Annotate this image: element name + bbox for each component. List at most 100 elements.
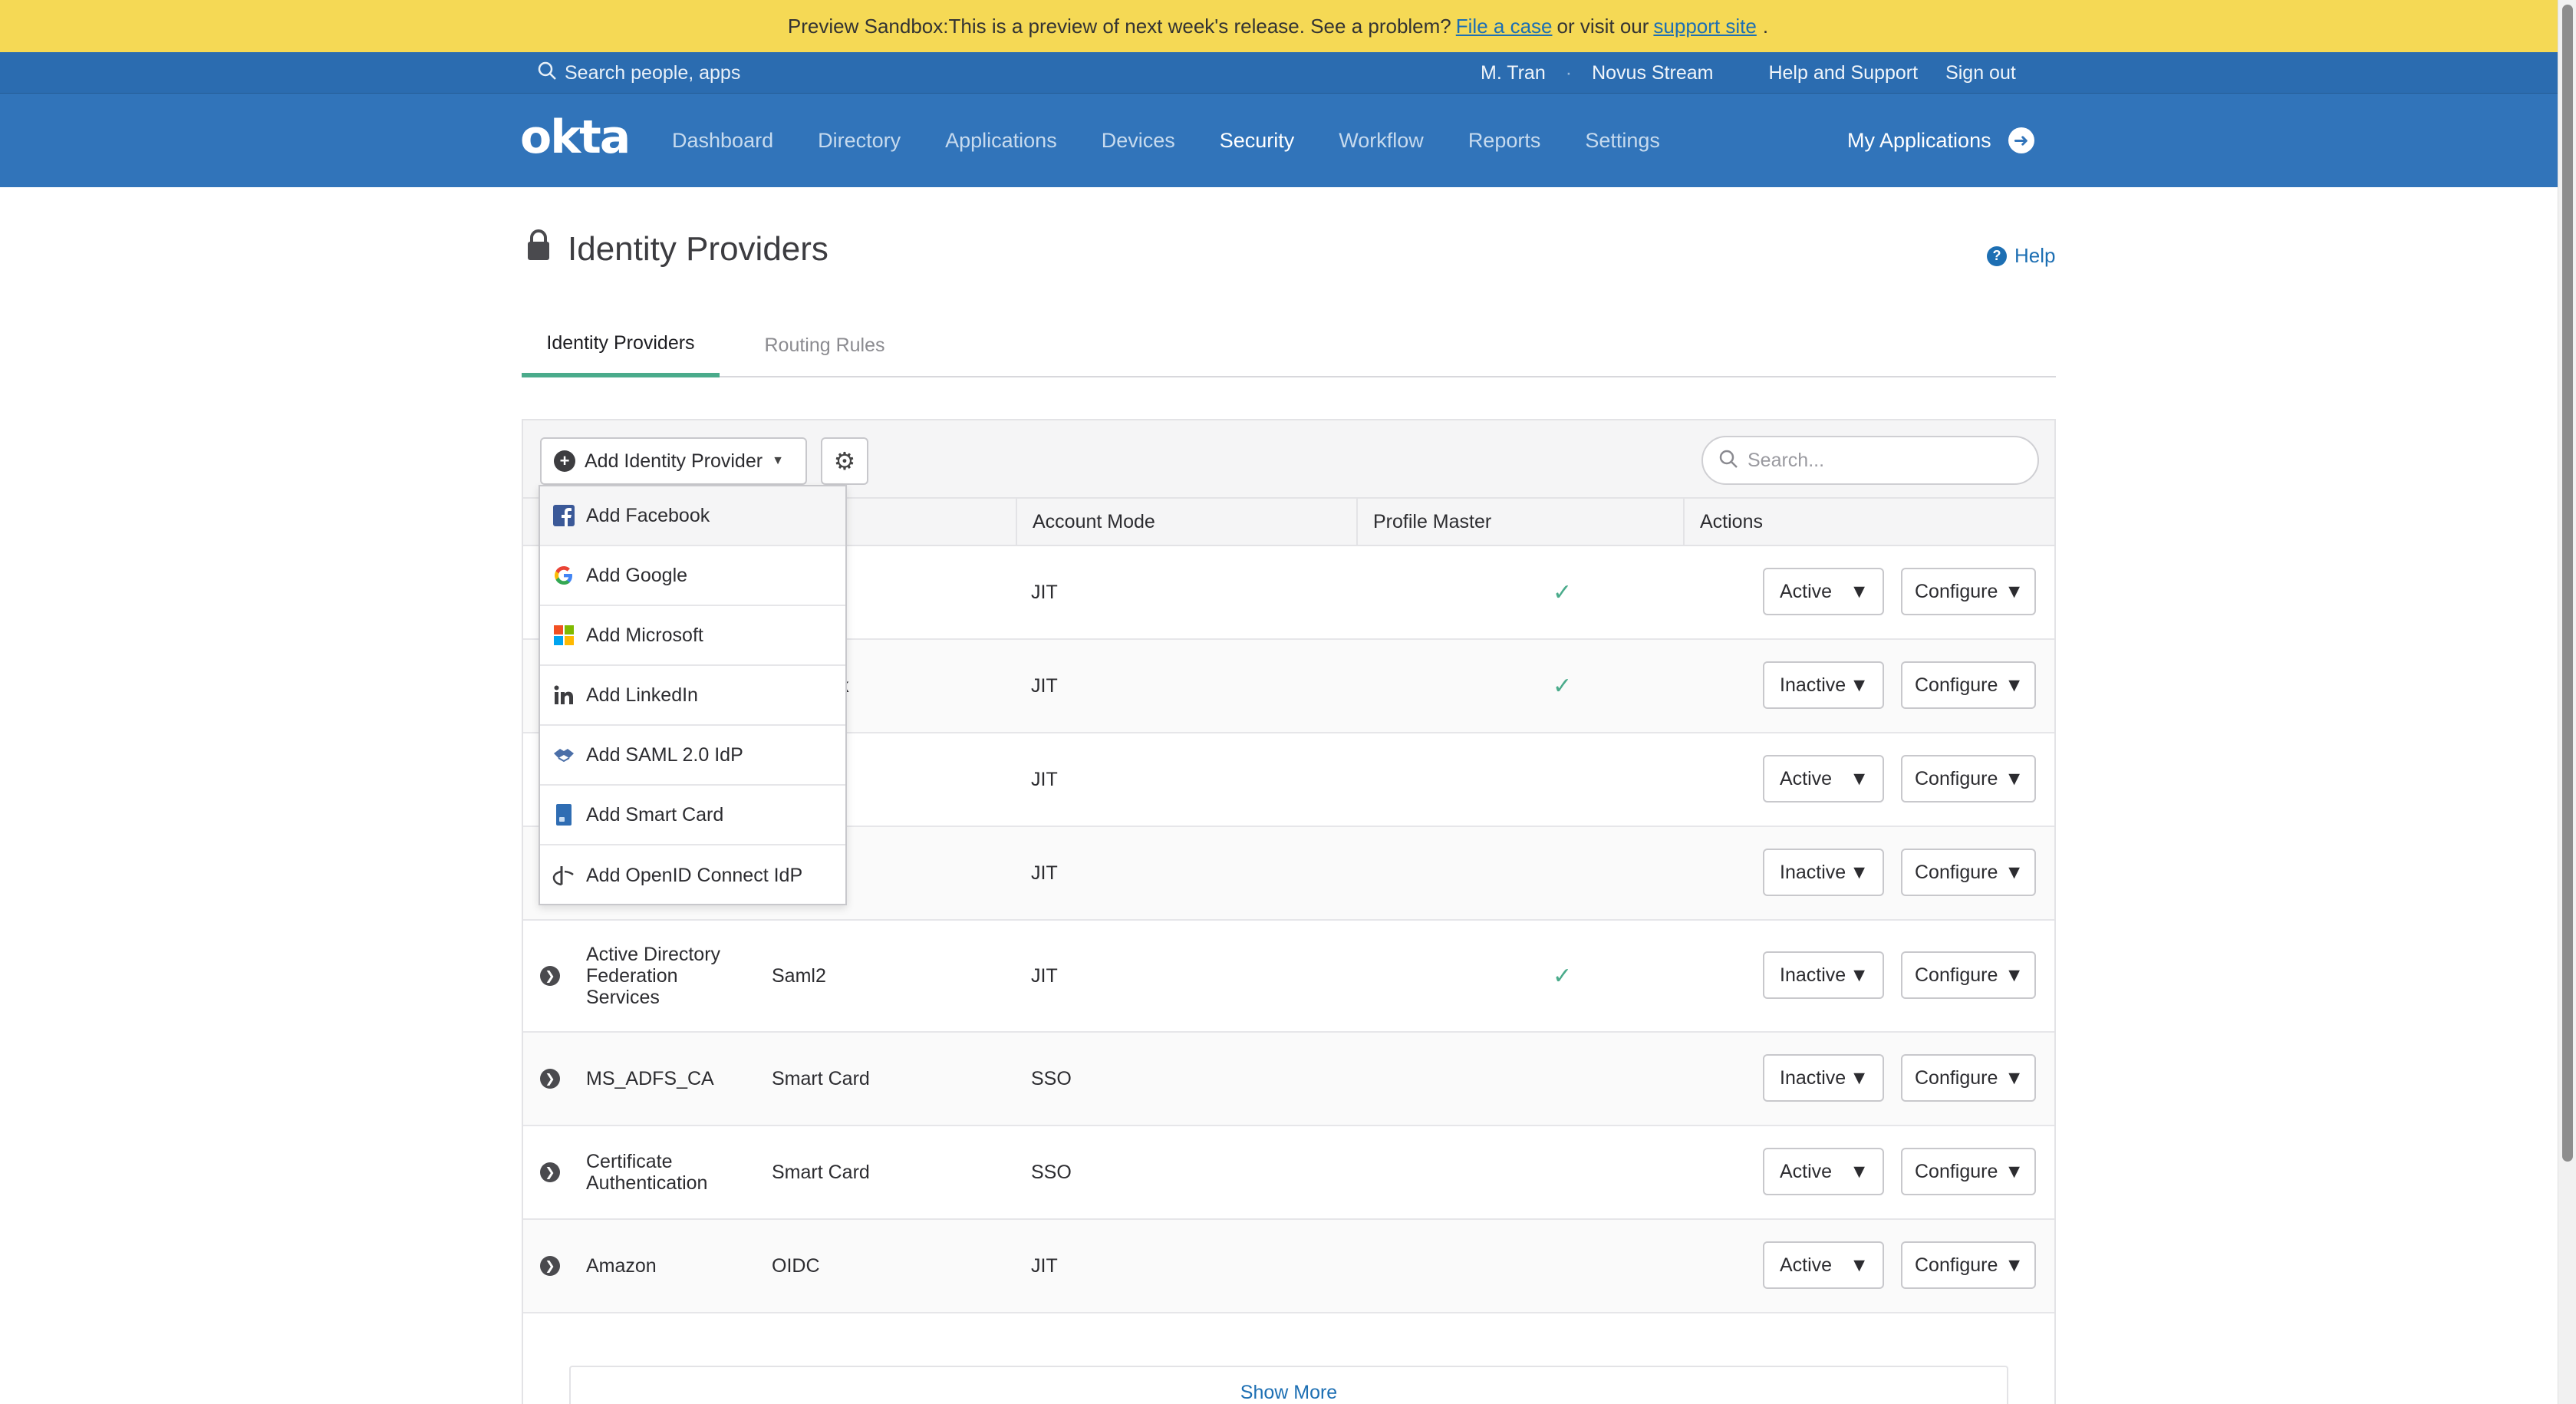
- caret-down-icon: ▼: [1850, 1160, 1869, 1182]
- plus-icon: +: [554, 450, 575, 472]
- idp-name-cell: Active Directory Federation Services: [586, 944, 721, 1008]
- configure-dropdown[interactable]: Configure ▼: [1901, 1054, 2036, 1102]
- table-search[interactable]: [1701, 436, 2039, 485]
- main-nav: okta Dashboard Directory Applications De…: [0, 94, 2558, 187]
- separator-dot: ·: [1565, 61, 1573, 84]
- configure-dropdown[interactable]: Configure ▼: [1901, 1241, 2036, 1289]
- expand-row-icon[interactable]: ❯: [540, 1162, 560, 1182]
- okta-logo[interactable]: okta: [520, 110, 631, 164]
- support-site-link[interactable]: support site: [1653, 15, 1756, 38]
- add-identity-provider-button[interactable]: + Add Identity Provider ▼: [540, 437, 807, 485]
- tab-bar: Identity Providers Routing Rules: [522, 313, 2056, 377]
- menu-item-add-microsoft[interactable]: Add Microsoft: [540, 606, 845, 666]
- nav-reports[interactable]: Reports: [1468, 129, 1541, 153]
- nav-directory[interactable]: Directory: [818, 129, 901, 153]
- nav-security[interactable]: Security: [1220, 129, 1295, 153]
- user-name[interactable]: M. Tran: [1481, 62, 1546, 84]
- caret-down-icon: ▼: [1850, 767, 1869, 789]
- org-name: Novus Stream: [1592, 61, 1714, 84]
- menu-item-add-openid-connect[interactable]: Add OpenID Connect IdP: [540, 845, 845, 905]
- file-a-case-link[interactable]: File a case: [1456, 15, 1553, 38]
- expand-row-icon[interactable]: ❯: [540, 966, 560, 986]
- help-link[interactable]: ? Help: [1987, 244, 2055, 268]
- checkmark-icon: ✓: [1553, 963, 1573, 989]
- configure-dropdown[interactable]: Configure ▼: [1901, 1148, 2036, 1195]
- status-label: Active: [1780, 580, 1833, 602]
- settings-button[interactable]: ⚙: [821, 437, 868, 485]
- expand-row-icon[interactable]: ❯: [540, 1256, 560, 1276]
- gear-icon: ⚙: [833, 447, 856, 475]
- table-search-input[interactable]: [1748, 449, 2024, 472]
- nav-applications[interactable]: Applications: [945, 129, 1057, 153]
- help-icon: ?: [1987, 246, 2007, 266]
- status-dropdown[interactable]: Inactive ▼: [1763, 1054, 1884, 1102]
- google-icon: [552, 564, 575, 587]
- account-mode-cell: JIT: [1031, 674, 1058, 697]
- account-mode-cell: JIT: [1031, 862, 1058, 884]
- menu-item-add-saml[interactable]: Add SAML 2.0 IdP: [540, 726, 845, 786]
- caret-down-icon: ▼: [2004, 1066, 2024, 1089]
- idp-name-cell: Amazon: [586, 1254, 657, 1277]
- menu-item-label: Add LinkedIn: [586, 684, 698, 706]
- configure-dropdown[interactable]: Configure ▼: [1901, 951, 2036, 999]
- expand-row-icon[interactable]: ❯: [540, 1069, 560, 1089]
- status-dropdown[interactable]: Active ▼: [1763, 568, 1884, 615]
- status-dropdown[interactable]: Inactive ▼: [1763, 661, 1884, 709]
- status-dropdown[interactable]: Inactive ▼: [1763, 951, 1884, 999]
- table-row: ❯ Active Directory Federation Services S…: [523, 921, 2054, 1033]
- page-scrollbar-thumb[interactable]: [2562, 5, 2573, 1162]
- nav-devices[interactable]: Devices: [1102, 129, 1175, 153]
- menu-item-add-google[interactable]: Add Google: [540, 546, 845, 606]
- lock-icon: [526, 229, 551, 269]
- account-mode-cell: JIT: [1031, 768, 1058, 790]
- configure-dropdown[interactable]: Configure ▼: [1901, 568, 2036, 615]
- status-dropdown[interactable]: Inactive ▼: [1763, 849, 1884, 896]
- global-search-placeholder[interactable]: Search people, apps: [565, 62, 740, 84]
- caret-down-icon: ▼: [2004, 1254, 2024, 1276]
- tab-routing-rules[interactable]: Routing Rules: [744, 313, 905, 377]
- my-applications-label: My Applications: [1847, 128, 1991, 152]
- configure-label: Configure: [1915, 964, 1998, 986]
- preview-banner: Preview Sandbox:This is a preview of nex…: [0, 0, 2558, 52]
- column-profile-master[interactable]: Profile Master: [1356, 499, 1683, 545]
- tab-identity-providers[interactable]: Identity Providers: [522, 313, 720, 377]
- status-label: Active: [1780, 1254, 1833, 1276]
- configure-dropdown[interactable]: Configure ▼: [1901, 661, 2036, 709]
- menu-item-add-smart-card[interactable]: Add Smart Card: [540, 786, 845, 845]
- account-mode-cell: JIT: [1031, 581, 1058, 603]
- configure-label: Configure: [1915, 674, 1998, 696]
- menu-item-add-facebook[interactable]: Add Facebook: [540, 486, 845, 546]
- column-account-mode[interactable]: Account Mode: [1016, 499, 1356, 545]
- type-cell: Smart Card: [772, 1067, 870, 1089]
- arrow-right-icon: ➜: [2008, 127, 2034, 153]
- configure-dropdown[interactable]: Configure ▼: [1901, 849, 2036, 896]
- my-applications-link[interactable]: My Applications ➜: [1847, 94, 2034, 187]
- linkedin-icon: [552, 684, 575, 707]
- page-title: Identity Providers: [526, 229, 828, 269]
- search-icon: [537, 61, 557, 86]
- sign-out-link[interactable]: Sign out: [1945, 62, 2016, 84]
- help-support-link[interactable]: Help and Support: [1768, 62, 1918, 84]
- nav-settings[interactable]: Settings: [1585, 129, 1660, 153]
- caret-down-icon: ▼: [2004, 767, 2024, 789]
- nav-workflow[interactable]: Workflow: [1339, 129, 1424, 153]
- menu-item-label: Add OpenID Connect IdP: [586, 864, 803, 886]
- checkmark-icon: ✓: [1553, 579, 1573, 605]
- show-more-button[interactable]: Show More: [569, 1366, 2008, 1404]
- menu-item-add-linkedin[interactable]: Add LinkedIn: [540, 666, 845, 726]
- table-row: ❯ MS_ADFS_CA Smart Card SSO Inactive ▼ Co…: [523, 1033, 2054, 1126]
- status-label: Active: [1780, 1160, 1833, 1182]
- global-search[interactable]: Search people, apps: [537, 52, 740, 94]
- configure-dropdown[interactable]: Configure ▼: [1901, 755, 2036, 803]
- nav-dashboard[interactable]: Dashboard: [672, 129, 773, 153]
- caret-down-icon: ▼: [2004, 861, 2024, 883]
- configure-label: Configure: [1915, 767, 1998, 789]
- saml-icon: [552, 743, 575, 766]
- top-bar: Search people, apps M. Tran · Novus Stre…: [0, 52, 2558, 94]
- status-dropdown[interactable]: Active ▼: [1763, 755, 1884, 803]
- account-mode-cell: JIT: [1031, 964, 1058, 987]
- caret-down-icon: ▼: [1850, 1254, 1869, 1276]
- status-dropdown[interactable]: Active ▼: [1763, 1241, 1884, 1289]
- status-dropdown[interactable]: Active ▼: [1763, 1148, 1884, 1195]
- add-identity-provider-menu: Add Facebook Add Google Add Microsoft Ad…: [539, 485, 847, 905]
